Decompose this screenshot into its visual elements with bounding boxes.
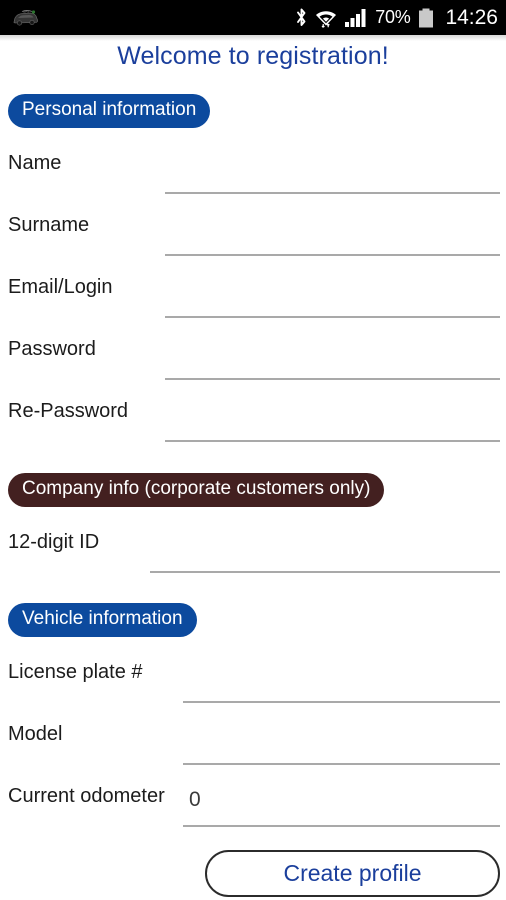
current-odometer-input[interactable] [183,779,500,827]
section-badge-0: Personal information [8,94,211,128]
12-digit-id-input[interactable] [150,525,500,573]
surname-input[interactable] [165,208,500,256]
name-input[interactable] [165,146,500,194]
field-row: License plate # [0,655,506,711]
license-plate-input[interactable] [183,655,500,703]
email-login-input[interactable] [165,270,500,318]
re-password-input[interactable] [165,394,500,442]
password-input[interactable] [165,332,500,380]
field-label: Re-Password [8,400,129,422]
status-bar-left: GPS [10,8,40,28]
field-label: Model [8,723,63,745]
field-label: Current odometer [8,785,165,807]
model-input[interactable] [183,717,500,765]
field-row: Model [0,717,506,773]
create-profile-button[interactable]: Create profile [205,850,500,897]
bluetooth-icon [297,8,306,26]
wifi-icon [316,11,337,28]
field-label: License plate # [8,661,143,683]
status-bar: GPS 70% 14:26 [0,0,506,35]
field-label: 12-digit ID [8,531,100,553]
field-row: Name [0,146,506,202]
field-row: Current odometer [0,779,506,835]
svg-text:GPS: GPS [23,9,29,13]
section-badge-2: Vehicle information [8,603,197,637]
field-label: Password [8,338,96,360]
section-badge-1: Company info (corporate customers only) [8,473,385,507]
car-gps-notification-icon: GPS [13,9,38,26]
status-bar-shadow [0,35,506,41]
page-title: Welcome to registration! [117,42,389,70]
battery-percent-label: 70% [375,7,411,27]
status-bar-right: 70% 14:26 [295,6,498,30]
field-label: Email/Login [8,276,113,298]
clock-label: 14:26 [445,5,498,29]
field-row: Email/Login [0,270,506,326]
cellular-signal-icon [345,9,366,27]
registration-screen: GPS 70% 14:26 Welcome to registration! P… [0,0,506,900]
field-row: 12-digit ID [0,525,506,581]
field-row: Surname [0,208,506,264]
field-label: Name [8,152,62,174]
field-row: Re-Password [0,394,506,450]
field-label: Surname [8,214,90,236]
field-row: Password [0,332,506,388]
battery-icon [419,8,434,27]
